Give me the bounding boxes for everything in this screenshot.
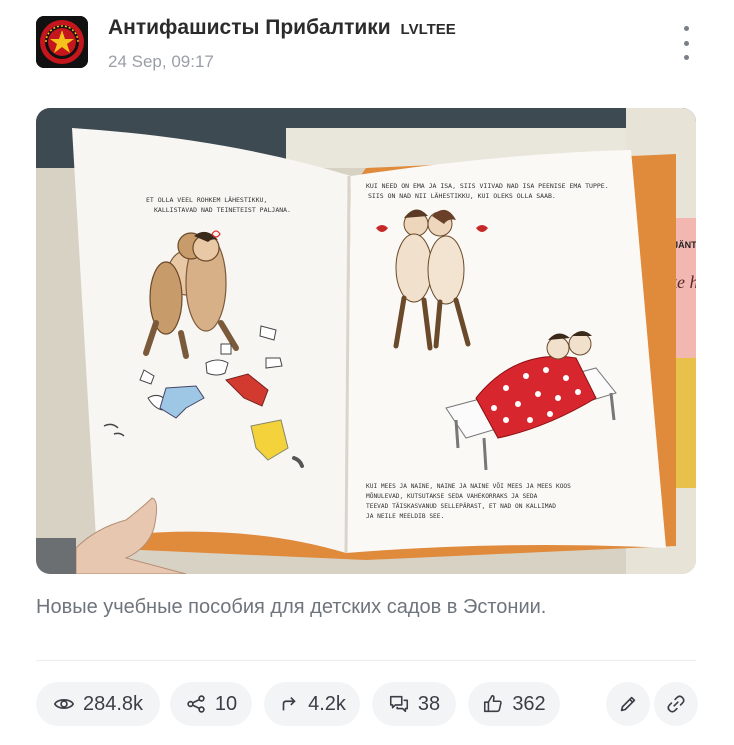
link-icon: [667, 695, 685, 713]
shares-count: 10: [214, 692, 238, 715]
views-count: 284.8k: [82, 692, 144, 715]
more-options-button[interactable]: [674, 26, 698, 60]
red-star-emblem-icon: [36, 16, 88, 68]
forwards-count: 4.2k: [308, 692, 346, 715]
divider: [36, 660, 696, 661]
open-book-illustration: RIIKKA JÄNTTI Väike h... lab ma... ET OL…: [36, 108, 696, 574]
post-stats-bar: 284.8k 10 4.2k 38 362: [36, 682, 698, 726]
comments-count: 38: [417, 692, 441, 715]
post-photo[interactable]: RIIKKA JÄNTTI Väike h... lab ma... ET OL…: [36, 108, 696, 574]
post-timestamp: 24 Sep, 09:17: [108, 52, 214, 71]
eye-icon: [53, 699, 75, 709]
copy-link-button[interactable]: [654, 682, 698, 726]
thumbs-up-icon: [484, 694, 503, 713]
pencil-icon: [620, 696, 636, 712]
channel-name-text: Антифашисты Прибалтики: [108, 16, 391, 39]
shares-count-pill[interactable]: 10: [170, 682, 252, 726]
post-header: Антифашисты Прибалтики LVLTEE 24 Sep, 09…: [36, 14, 698, 74]
views-count-pill[interactable]: 284.8k: [36, 682, 160, 726]
channel-tag: LVLTEE: [400, 21, 456, 38]
post-caption: Новые учебные пособия для детских садов …: [36, 596, 547, 618]
channel-avatar[interactable]: [36, 16, 88, 68]
more-dot-icon: [683, 55, 689, 60]
forwards-count-pill[interactable]: 4.2k: [264, 682, 360, 726]
comments-icon: [389, 695, 408, 713]
forward-arrow-icon: [282, 696, 296, 711]
edit-button[interactable]: [606, 682, 650, 726]
more-dot-icon: [683, 40, 689, 46]
comments-count-pill[interactable]: 38: [372, 682, 456, 726]
more-dot-icon: [683, 26, 689, 31]
share-nodes-icon: [187, 695, 205, 713]
channel-name[interactable]: Антифашисты Прибалтики LVLTEE: [108, 16, 456, 40]
likes-count: 362: [512, 692, 546, 715]
likes-count-pill[interactable]: 362: [468, 682, 560, 726]
